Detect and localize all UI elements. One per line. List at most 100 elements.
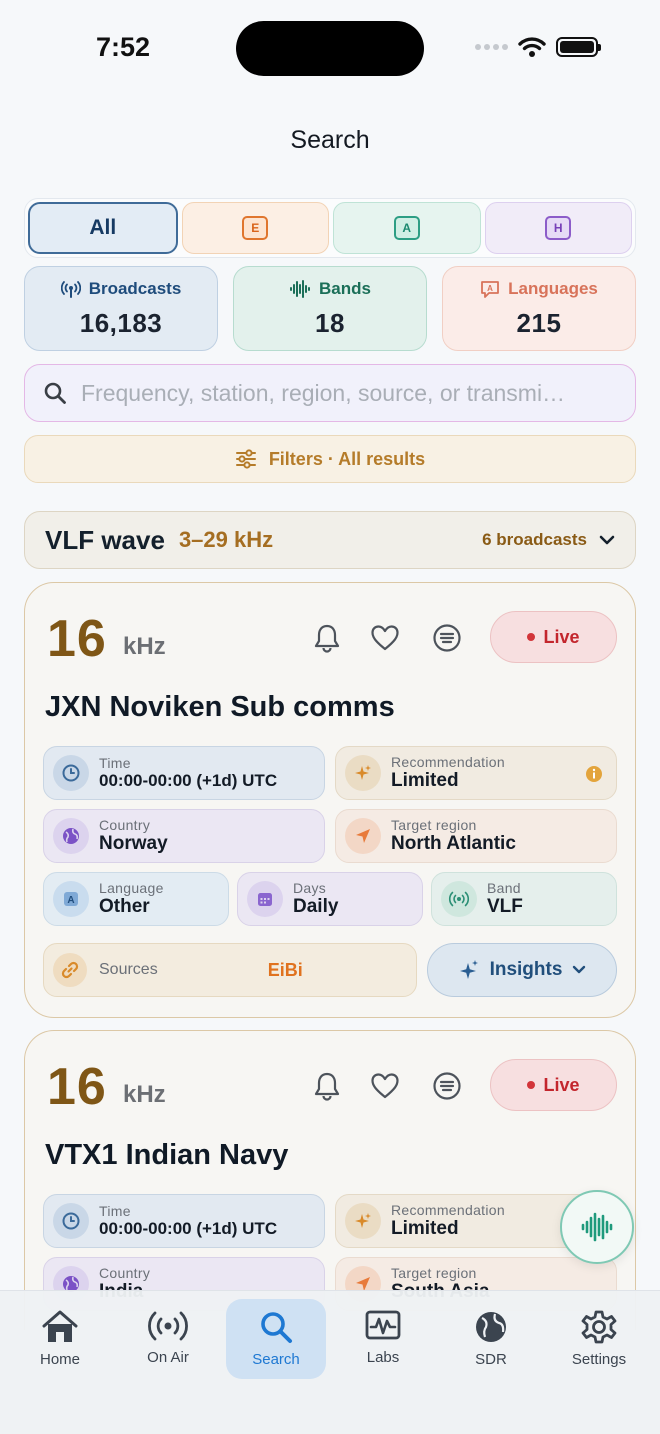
battery-icon [556,37,601,57]
recommendation-label: Recommendation [391,754,505,771]
search-bar[interactable] [24,364,636,422]
recommendation-chip[interactable]: Recommendation Limited [335,746,617,800]
stat-broadcasts-value: 16,183 [79,308,163,338]
frequency-unit: kHz [123,1081,166,1108]
language-value: Other [99,896,150,918]
segment-a[interactable]: A [333,202,481,254]
segment-a-badge-icon: A [393,216,420,240]
svg-text:A: A [67,895,74,906]
days-label: Days [293,880,327,897]
page-title: Search [290,126,370,154]
cellular-signal-icon [475,44,508,50]
band-chip[interactable]: Band VLF [431,872,617,926]
stat-bands-value: 18 [315,308,345,338]
live-status-button[interactable]: Live [490,1059,617,1111]
calendar-icon [247,881,283,917]
segment-h-badge-icon: H [545,216,572,240]
days-chip[interactable]: Days Daily [237,872,423,926]
time-chip[interactable]: Time 00:00-00:00 (+1d) UTC [43,1194,325,1248]
svg-text:A: A [487,284,493,293]
stat-languages-value: 215 [516,308,562,338]
stat-broadcasts[interactable]: Broadcasts 16,183 [24,266,218,351]
band-section-header[interactable]: VLF wave 3–29 kHz 6 broadcasts [24,511,636,569]
notes-button[interactable] [430,621,464,655]
globe-icon [53,818,89,854]
tab-sdr[interactable]: SDR [441,1299,541,1379]
favorite-button[interactable] [368,621,402,655]
antenna-icon [148,1311,188,1341]
language-icon: A [53,881,89,917]
band-value: VLF [487,896,523,918]
tab-settings-label: Settings [571,1351,627,1368]
stat-languages[interactable]: A Languages 215 [442,266,636,351]
stat-broadcasts-label: Broadcasts [88,279,182,298]
live-status-button[interactable]: Live [490,611,617,663]
insights-label: Insights [489,959,563,980]
recommendation-value: Limited [391,1218,459,1240]
tab-on-air[interactable]: On Air [118,1299,218,1379]
list-circle-icon [433,1072,461,1100]
dynamic-island [236,21,424,76]
stat-bands-label: Bands [319,279,371,298]
stat-bands[interactable]: Bands 18 [233,266,427,351]
link-icon [53,953,87,987]
clock-icon [53,1203,89,1239]
live-dot-icon [527,1081,536,1089]
station-name: VTX1 Indian Navy [45,1139,289,1171]
script-filter-segments: All E A H [24,198,636,258]
heart-icon [371,1073,399,1099]
bell-button[interactable] [310,1069,344,1103]
sparkle-icon [345,755,381,791]
segment-h[interactable]: H [484,202,632,254]
clock-icon [53,755,89,791]
antenna-icon [60,281,81,298]
search-input[interactable] [81,379,616,407]
band-label: Band [487,880,521,897]
notes-button[interactable] [430,1069,464,1103]
time-value: 00:00-00:00 (+1d) UTC [99,771,278,791]
location-arrow-icon [345,818,381,854]
time-label: Time [99,1203,131,1220]
tab-home[interactable]: Home [10,1299,110,1379]
filters-label: Filters · All results [268,448,426,469]
info-icon[interactable] [585,765,603,783]
sources-value[interactable]: EiBi [268,960,303,981]
target-region-chip[interactable]: Target region North Atlantic [335,809,617,863]
time-chip[interactable]: Time 00:00-00:00 (+1d) UTC [43,746,325,800]
segment-all[interactable]: All [28,202,178,254]
favorite-button[interactable] [368,1069,402,1103]
tab-on-air-label: On Air [147,1349,189,1366]
frequency-unit: kHz [123,633,166,660]
tab-settings[interactable]: Settings [549,1299,649,1379]
status-icons [475,36,601,58]
bell-button[interactable] [310,621,344,655]
filters-button[interactable]: Filters · All results [24,435,636,483]
bell-icon [314,624,340,653]
tab-search[interactable]: Search [226,1299,326,1379]
bell-icon [314,1072,340,1101]
tab-labs[interactable]: Labs [333,1299,433,1379]
waveform-chart-icon [365,1310,401,1340]
sparkle-icon [459,960,478,979]
wifi-icon [518,37,546,57]
language-chip[interactable]: A Language Other [43,872,229,926]
country-value: Norway [99,833,168,855]
search-icon [44,382,66,404]
chevron-down-icon [573,965,586,974]
waveform-icon [581,1212,613,1242]
recommendation-value: Limited [391,770,459,792]
frequency-value: 16 [47,610,107,668]
segment-e[interactable]: E [181,202,329,254]
insights-button[interactable]: Insights [427,943,617,997]
country-label: Country [99,1265,151,1282]
target-region-label: Target region [391,1265,477,1282]
broadcast-card[interactable]: 16 kHz Live JXN Noviken Sub comms Time 0… [24,582,636,1018]
sources-chip[interactable]: Sources EiBi [43,943,417,997]
globe-icon [476,1312,506,1342]
country-chip[interactable]: Country Norway [43,809,325,863]
heart-icon [371,625,399,651]
time-value: 00:00-00:00 (+1d) UTC [99,1219,278,1239]
broadcast-card[interactable]: 16 kHz Live VTX1 Indian Navy Time 00:00-… [24,1030,636,1330]
sliders-icon [235,449,256,469]
audio-waveform-button[interactable] [560,1190,634,1264]
